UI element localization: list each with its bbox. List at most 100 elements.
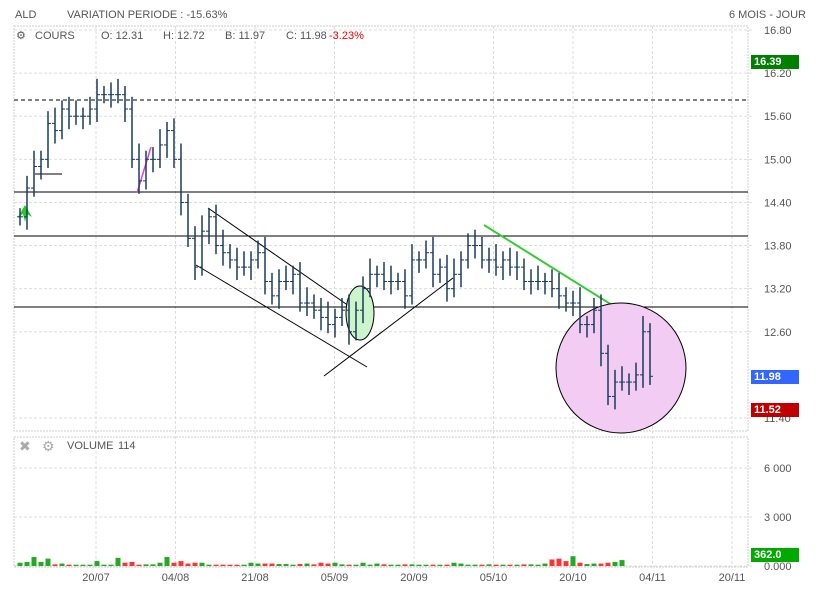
volume-bar: [486, 564, 492, 566]
volume-bar: [38, 561, 44, 566]
price-tick-label: 16.80: [764, 25, 792, 37]
volume-bar: [619, 560, 625, 566]
volume-bar: [591, 563, 597, 566]
volume-bar: [360, 562, 366, 566]
volume-bar: [493, 564, 499, 566]
volume-bar: [66, 564, 72, 566]
date-tick-label: 20/10: [559, 572, 587, 584]
volume-bar: [24, 561, 30, 566]
close-value: C: 11.98: [286, 30, 327, 42]
volume-bar: [290, 564, 296, 566]
volume-bar: [73, 564, 79, 566]
volume-bar: [283, 564, 289, 566]
volume-bar: [458, 563, 464, 566]
volume-bar: [409, 564, 415, 566]
volume-bar: [451, 562, 457, 566]
volume-bar: [584, 564, 590, 566]
volume-bar: [255, 563, 261, 566]
date-tick-label: 05/09: [321, 572, 349, 584]
price-tick-label: 12.60: [764, 327, 792, 339]
volume-bar: [507, 564, 513, 566]
volume-bar: [395, 564, 401, 566]
volume-bar: [59, 563, 65, 566]
volume-bar: [136, 564, 142, 566]
date-tick-label: 20/09: [400, 572, 428, 584]
volume-bar: [318, 562, 324, 566]
volume-bar: [297, 564, 303, 566]
volume-bar: [556, 558, 562, 566]
close-icon[interactable]: ✖: [19, 438, 31, 455]
volume-bar: [500, 564, 506, 566]
volume-bar: [367, 564, 373, 566]
last-price-badge: 11.98: [751, 370, 799, 384]
volume-bar: [598, 563, 604, 566]
volume-bar: [192, 562, 198, 566]
volume-bar: [129, 561, 135, 566]
volume-bar: [563, 561, 569, 566]
volume-bar: [213, 564, 219, 566]
volume-tick-label: 0.000: [764, 561, 792, 573]
volume-bar: [178, 561, 184, 566]
volume-bar: [577, 562, 583, 566]
volume-tick-label: 6 000: [764, 463, 792, 475]
volume-bar: [423, 564, 429, 566]
volume-bar: [381, 564, 387, 566]
open-value: O: 12.31: [101, 30, 144, 42]
volume-bar: [248, 562, 254, 566]
date-tick-label: 20/11: [719, 572, 746, 584]
volume-bar: [325, 563, 331, 566]
low-value: B: 11.97: [225, 30, 266, 42]
volume-bar: [108, 564, 114, 566]
volume-bar: [150, 564, 156, 566]
date-tick-label: 20/07: [82, 572, 110, 584]
volume-label: VOLUME: [67, 440, 114, 452]
volume-bar: [444, 564, 450, 566]
volume-bar: [528, 564, 534, 566]
volume-bar: [416, 564, 422, 566]
price-tick-label: 13.80: [764, 241, 792, 253]
volume-bar: [262, 563, 268, 566]
volume-bar: [311, 564, 317, 566]
date-tick-label: 04/11: [639, 572, 666, 584]
volume-bar: [269, 563, 275, 566]
price-tick-label: 13.20: [764, 284, 792, 296]
volume-bar: [227, 564, 233, 566]
volume-bar: [101, 564, 107, 566]
volume-panel: [13, 436, 749, 568]
volume-bar: [605, 562, 611, 566]
volume-bar: [612, 561, 618, 566]
volume-bar: [122, 562, 128, 566]
low-badge: 11.52: [751, 403, 799, 417]
volume-bar: [220, 564, 226, 566]
volume-badge: 362.0: [751, 548, 799, 562]
volume-bar: [479, 564, 485, 566]
volume-bar: [430, 564, 436, 566]
volume-bar: [437, 564, 443, 566]
volume-bar: [115, 557, 121, 566]
volume-bar: [549, 559, 555, 566]
volume-bar: [332, 562, 338, 566]
date-tick-label: 21/08: [241, 572, 269, 584]
volume-bar: [402, 564, 408, 566]
support-trendline[interactable]: [323, 277, 454, 377]
price-chart[interactable]: 16.80 16.20 15.60 15.00 14.40 13.80 13.20 12.60…: [0, 0, 818, 600]
gear-icon[interactable]: ⚙: [16, 29, 26, 42]
series-label: COURS: [35, 30, 75, 42]
volume-bar: [171, 562, 177, 566]
volume-bar: [52, 564, 58, 566]
price-tick-label: 15.00: [764, 154, 792, 166]
gear-icon[interactable]: ⚙: [42, 438, 55, 455]
volume-bar: [45, 558, 51, 566]
volume-bar: [339, 564, 345, 566]
volume-bar: [276, 564, 282, 566]
volume-bar: [143, 564, 149, 566]
volume-bar: [346, 564, 352, 566]
date-tick-label: 04/08: [162, 572, 190, 584]
volume-value: 114: [118, 440, 136, 452]
volume-bar: [570, 556, 576, 566]
volume-bar: [304, 563, 310, 566]
circle-annotation[interactable]: [555, 302, 687, 434]
volume-bar: [199, 562, 205, 566]
volume-bar: [353, 564, 359, 566]
price-tick-label: 15.60: [764, 111, 792, 123]
